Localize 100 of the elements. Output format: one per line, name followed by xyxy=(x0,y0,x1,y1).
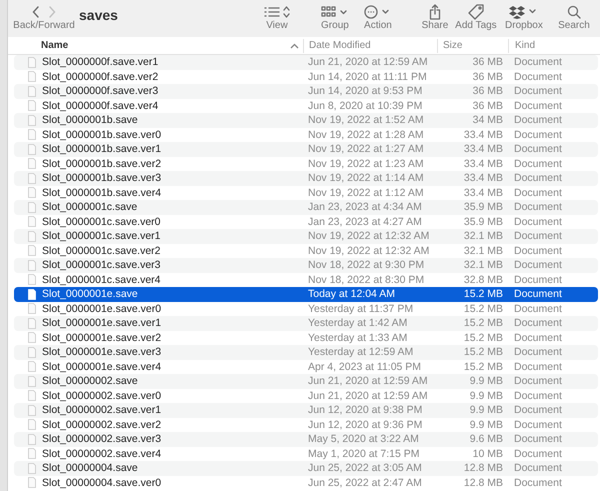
file-name: Slot_0000001e.save.ver2 xyxy=(42,332,162,344)
file-row[interactable]: Slot_0000000f.save.ver2 Jun 14, 2020 at 11:11 PM 36 MB Document xyxy=(14,70,598,84)
file-row[interactable]: Slot_0000001c.save.ver3 Nov 18, 2022 at 9:30 PM 32.1 MB Document xyxy=(14,258,598,272)
file-name: Slot_00000004.save.ver0 xyxy=(42,476,162,489)
file-row[interactable]: Slot_0000001e.save Today at 12:04 AM 15.2 MB Document xyxy=(14,287,598,302)
modified-date: Yesterday at 1:33 AM xyxy=(307,332,408,344)
file-kind: Document xyxy=(513,56,563,68)
file-name: Slot_0000001c.save xyxy=(42,201,138,214)
file-row[interactable]: Slot_0000001e.save.ver4 Apr 4, 2023 at 11:05 PM 15.2 MB Document xyxy=(14,360,598,374)
file-kind: Document xyxy=(513,128,563,141)
file-row[interactable]: Slot_00000002.save Jun 21, 2020 at 12:59 AM 9.9 MB Document xyxy=(14,374,598,388)
file-icon xyxy=(28,419,36,430)
file-row[interactable]: Slot_00000002.save.ver4 May 1, 2020 at 7:15 PM 10 MB Document xyxy=(14,446,598,461)
file-row[interactable]: Slot_0000001e.save.ver1 Yesterday at 1:42 AM 15.2 MB Document xyxy=(14,316,598,330)
column-header[interactable]: Name xyxy=(41,40,68,52)
file-name: Slot_0000001c.save.ver4 xyxy=(42,274,160,286)
share-button[interactable]: Share xyxy=(418,0,452,32)
file-size: 36 MB xyxy=(472,56,504,68)
file-icon xyxy=(28,303,36,314)
file-row[interactable]: Slot_0000001b.save Nov 19, 2022 at 1:52 AM 34 MB Document xyxy=(14,113,598,128)
modified-date: Nov 19, 2022 at 12:32 AM xyxy=(307,230,430,242)
file-icon xyxy=(28,144,36,155)
file-row[interactable]: Slot_0000001c.save Jan 23, 2023 at 4:34 AM 35.9 MB Document xyxy=(14,200,598,214)
file-row[interactable]: Slot_00000002.save.ver3 May 5, 2020 at 3:22 AM 9.6 MB Document xyxy=(14,432,598,446)
file-kind: Document xyxy=(513,375,563,388)
file-size: 15.2 MB xyxy=(462,317,504,330)
modified-date: Nov 18, 2022 at 8:30 PM xyxy=(307,274,426,286)
file-row[interactable]: Slot_0000001c.save.ver2 Nov 19, 2022 at 12:32 AM 32.1 MB Document xyxy=(14,244,598,258)
file-row[interactable]: Slot_0000001b.save.ver1 Nov 19, 2022 at 1:27 AM 33.4 MB Document xyxy=(14,142,598,156)
modified-date: Yesterday at 11:37 PM xyxy=(307,302,414,315)
share-icon xyxy=(428,4,441,20)
modified-date: Jun 14, 2020 at 11:11 PM xyxy=(307,70,428,83)
file-name: Slot_00000002.save.ver3 xyxy=(42,433,162,446)
file-name: Slot_0000001e.save.ver0 xyxy=(42,302,162,315)
file-row[interactable]: Slot_0000001b.save.ver4 Nov 19, 2022 at 1:12 AM 33.4 MB Document xyxy=(14,186,598,200)
file-row[interactable]: Slot_0000000f.save.ver4 Jun 8, 2020 at 10:39 PM 36 MB Document xyxy=(14,98,598,113)
sort-caret-icon xyxy=(290,42,299,48)
file-row[interactable]: Slot_0000001c.save.ver1 Nov 19, 2022 at 12:32 AM 32.1 MB Document xyxy=(14,229,598,244)
file-kind: Document xyxy=(513,360,563,373)
modified-date: Yesterday at 1:42 AM xyxy=(307,317,408,330)
modified-date: Jun 25, 2022 at 2:47 AM xyxy=(307,476,423,489)
file-kind: Document xyxy=(513,100,563,112)
grid-icon xyxy=(320,6,349,18)
file-size: 9.9 MB xyxy=(468,375,504,388)
file-icon xyxy=(28,477,36,488)
file-name: Slot_0000001c.save.ver1 xyxy=(42,230,160,242)
file-name: Slot_00000004.save xyxy=(42,462,138,474)
column-header[interactable]: Size xyxy=(443,40,462,52)
modified-date: Nov 19, 2022 at 1:23 AM xyxy=(307,158,425,170)
file-row[interactable]: Slot_00000002.save.ver1 Jun 12, 2020 at 9:38 PM 9.9 MB Document xyxy=(14,403,598,418)
file-name: Slot_00000002.save.ver2 xyxy=(42,418,162,431)
file-size: 32.1 MB xyxy=(462,230,504,242)
file-icon xyxy=(28,71,36,82)
file-icon xyxy=(28,216,36,228)
file-size: 9.9 MB xyxy=(468,418,504,431)
action-button[interactable]: Action xyxy=(358,0,398,32)
file-row[interactable]: Slot_0000001b.save.ver3 Nov 19, 2022 at 1:14 AM 33.4 MB Document xyxy=(14,171,598,186)
modified-date: Jan 23, 2023 at 4:34 AM xyxy=(307,201,423,214)
file-row[interactable]: Slot_0000001e.save.ver2 Yesterday at 1:33 AM 15.2 MB Document xyxy=(14,330,598,345)
file-icon xyxy=(28,434,36,445)
file-row[interactable]: Slot_0000001b.save.ver2 Nov 19, 2022 at 1:23 AM 33.4 MB Document xyxy=(14,156,598,171)
view-button[interactable]: View xyxy=(256,0,297,32)
file-kind: Document xyxy=(513,404,563,416)
file-name: Slot_00000002.save.ver1 xyxy=(42,404,162,416)
file-icon xyxy=(28,318,36,329)
file-kind: Document xyxy=(513,332,563,344)
file-row[interactable]: Slot_0000001e.save.ver3 Yesterday at 12:59 AM 15.2 MB Document xyxy=(14,345,598,360)
dropbox-button[interactable]: Dropbox xyxy=(502,0,546,32)
file-row[interactable]: Slot_0000001b.save.ver0 Nov 19, 2022 at 1:28 AM 33.4 MB Document xyxy=(14,128,598,142)
file-row[interactable]: Slot_00000004.save.ver0 Jun 25, 2022 at 2:47 AM 12.8 MB Document xyxy=(14,476,598,490)
file-kind: Document xyxy=(513,201,563,214)
file-name: Slot_00000002.save.ver0 xyxy=(42,390,162,402)
file-icon xyxy=(28,100,36,112)
file-size: 9.9 MB xyxy=(468,404,504,416)
file-row[interactable]: Slot_0000000f.save.ver1 Jun 21, 2020 at 12:59 AM 36 MB Document xyxy=(14,55,598,70)
back-forward-label: Back/Forward xyxy=(13,20,75,32)
file-row[interactable]: Slot_00000002.save.ver0 Jun 21, 2020 at 12:59 AM 9.9 MB Document xyxy=(14,388,598,403)
search-button[interactable]: Search xyxy=(554,0,594,32)
file-kind: Document xyxy=(513,390,563,402)
file-kind: Document xyxy=(513,317,563,330)
file-kind: Document xyxy=(513,186,563,199)
file-row[interactable]: Slot_00000004.save Jun 25, 2022 at 3:05 AM 12.8 MB Document xyxy=(14,461,598,476)
file-row[interactable]: Slot_0000000f.save.ver3 Jun 14, 2020 at 9:53 PM 36 MB Document xyxy=(14,84,598,98)
file-kind: Document xyxy=(513,244,563,257)
file-size: 33.4 MB xyxy=(462,143,504,156)
back-icon[interactable] xyxy=(32,6,40,18)
column-header[interactable]: Kind xyxy=(515,40,536,52)
file-name: Slot_0000000f.save.ver4 xyxy=(42,100,158,112)
group-button[interactable]: Group xyxy=(312,0,357,32)
tags-button[interactable]: Add Tags xyxy=(454,0,498,32)
file-icon xyxy=(28,376,36,387)
file-size: 15.2 MB xyxy=(462,346,504,358)
file-row[interactable]: Slot_0000001c.save.ver0 Jan 23, 2023 at 4:27 AM 35.9 MB Document xyxy=(14,214,598,229)
file-name: Slot_0000000f.save.ver3 xyxy=(42,85,158,98)
column-header[interactable]: Date Modified xyxy=(309,40,371,52)
file-kind: Document xyxy=(513,302,563,315)
file-icon xyxy=(28,361,36,372)
file-row[interactable]: Slot_00000002.save.ver2 Jun 12, 2020 at 9:36 PM 9.9 MB Document xyxy=(14,418,598,432)
file-size: 10 MB xyxy=(472,448,504,460)
file-icon xyxy=(28,172,36,184)
